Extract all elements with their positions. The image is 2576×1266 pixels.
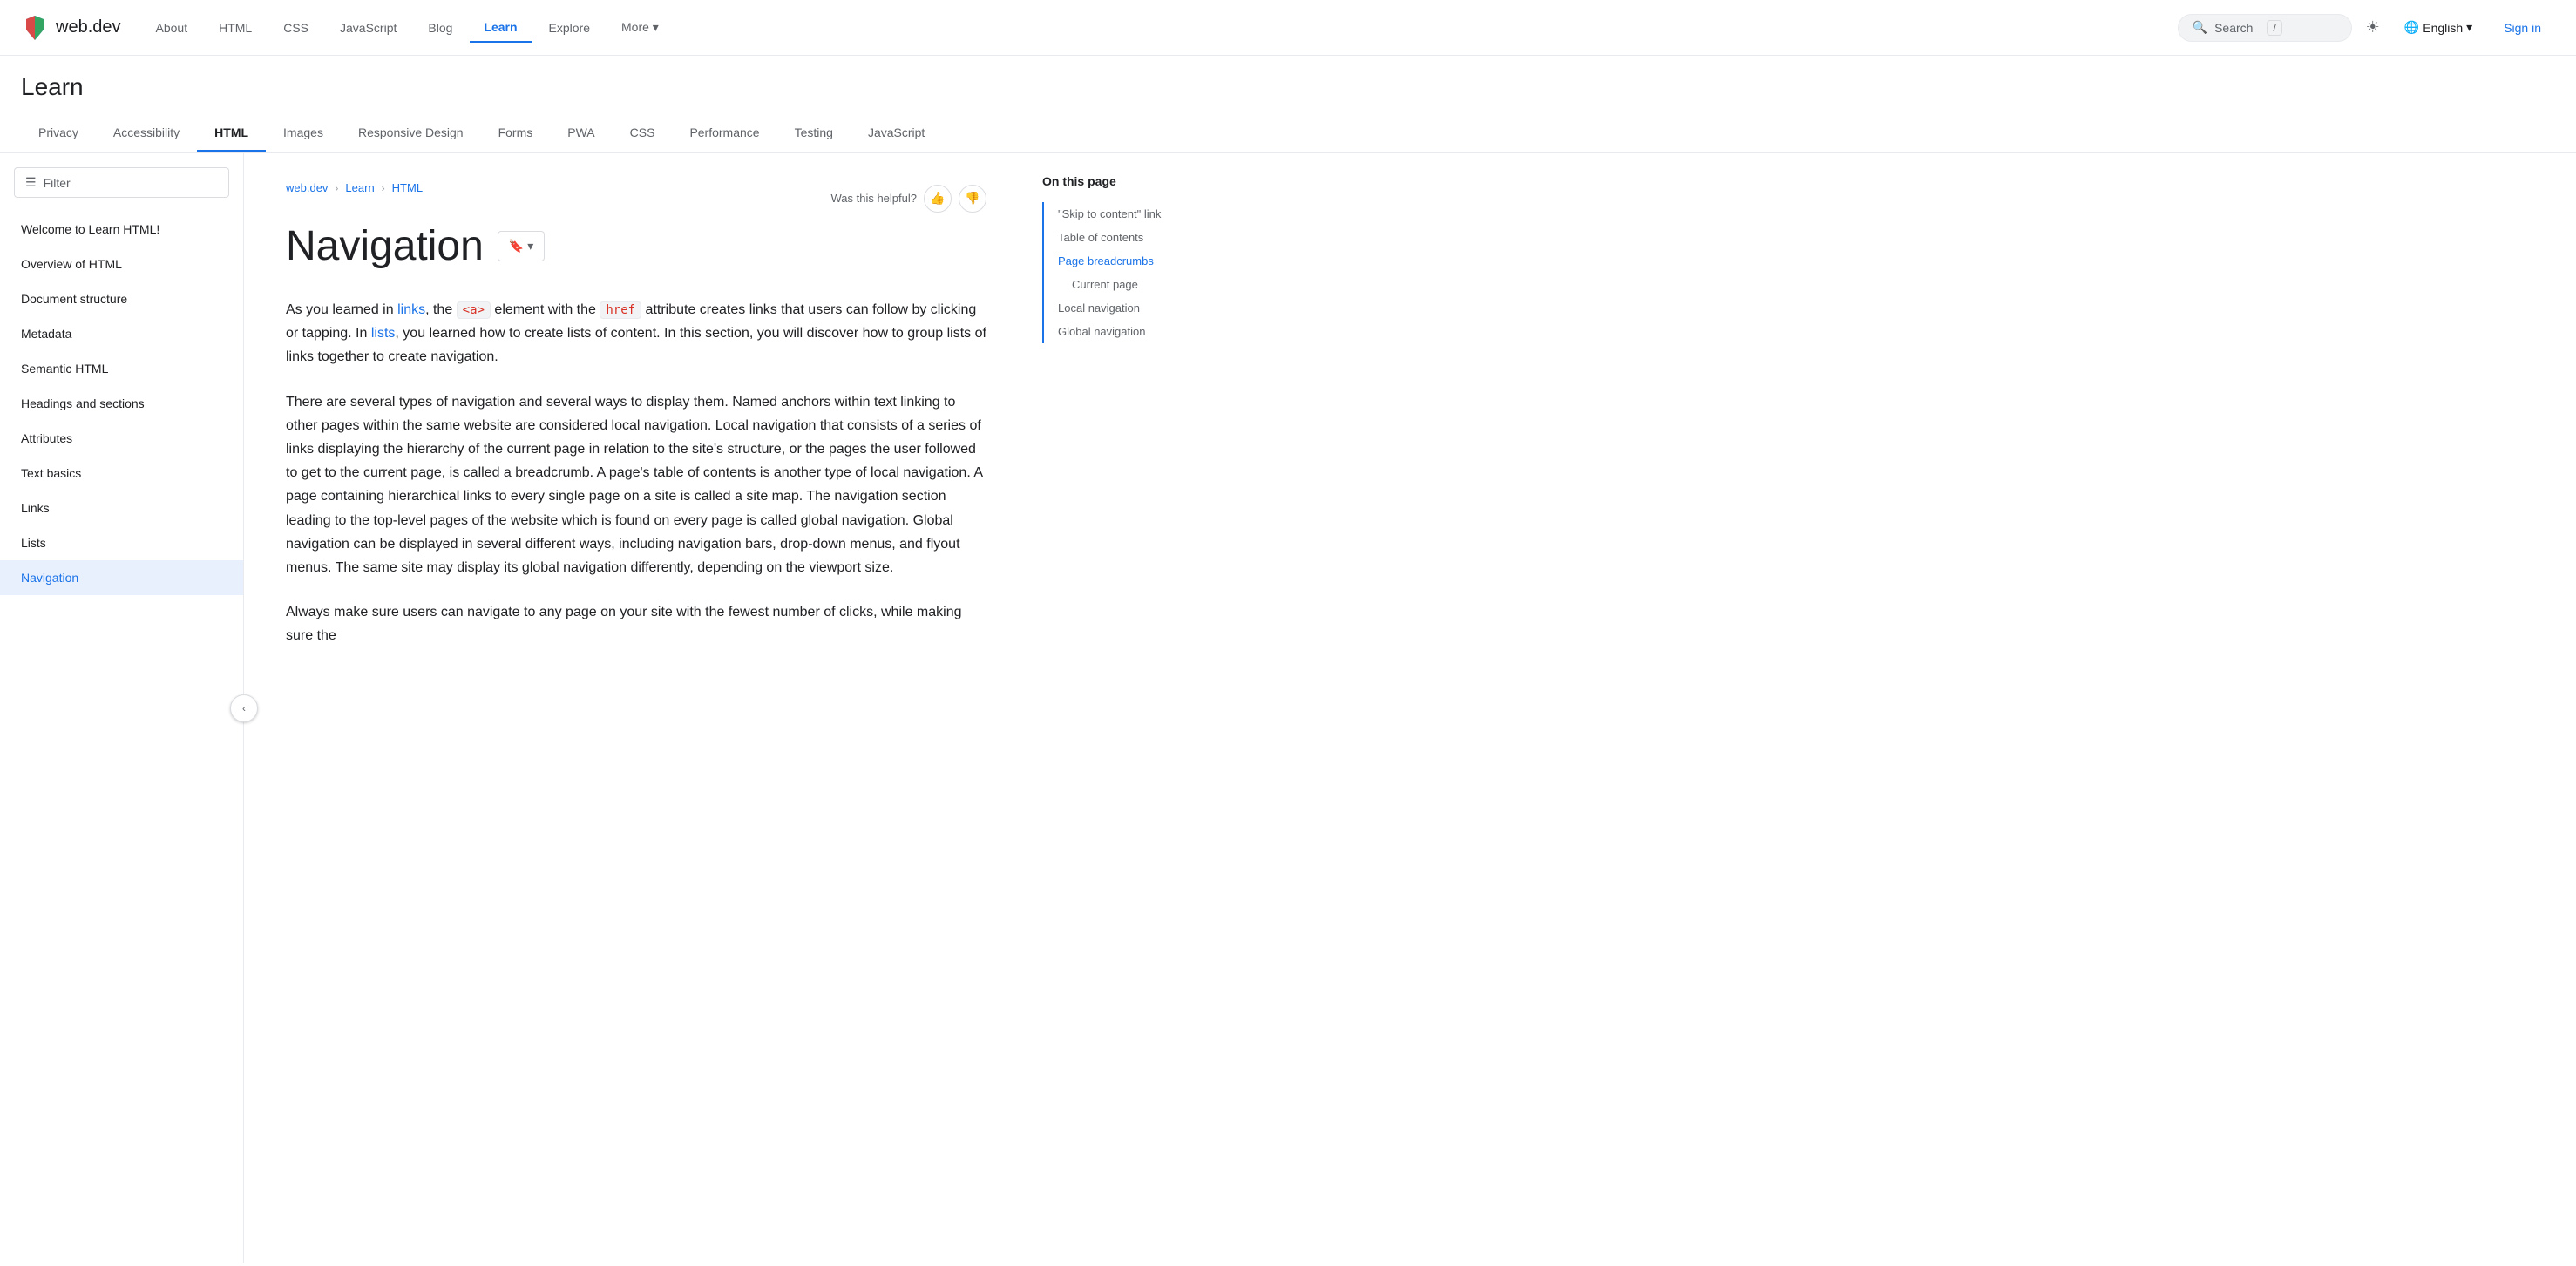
page-title: Navigation (286, 222, 484, 270)
left-sidebar: ☰ Filter Welcome to Learn HTML! Overview… (0, 153, 244, 1263)
nav-javascript[interactable]: JavaScript (326, 14, 410, 42)
search-icon: 🔍 (2193, 20, 2207, 35)
search-box[interactable]: 🔍 Search / (2178, 14, 2352, 42)
href-code: href (600, 301, 641, 319)
search-placeholder: Search (2214, 21, 2253, 35)
tab-html[interactable]: HTML (197, 115, 266, 152)
page-title-row: Navigation 🔖 ▾ (286, 222, 986, 270)
learn-tabs: Privacy Accessibility HTML Images Respon… (21, 115, 2555, 152)
tab-accessibility[interactable]: Accessibility (96, 115, 197, 152)
sidebar-item-headings[interactable]: Headings and sections (0, 386, 243, 421)
nav-css[interactable]: CSS (269, 14, 322, 42)
helpful-row: Was this helpful? 👍 👎 (830, 185, 986, 213)
sidebar-item-overview[interactable]: Overview of HTML (0, 247, 243, 281)
tab-privacy[interactable]: Privacy (21, 115, 96, 152)
sidebar-collapse-button[interactable]: ‹ (230, 694, 258, 722)
content-paragraph-3: Always make sure users can navigate to a… (286, 600, 986, 647)
thumbs-up-button[interactable]: 👍 (924, 185, 952, 213)
main-layout: ☰ Filter Welcome to Learn HTML! Overview… (0, 153, 2576, 1263)
logo[interactable]: web.dev (21, 14, 121, 42)
breadcrumb: web.dev › Learn › HTML (286, 181, 423, 194)
tab-performance[interactable]: Performance (672, 115, 776, 152)
chevron-down-icon: ▾ (2466, 20, 2472, 35)
nav-right: 🔍 Search / ☀ 🌐 English ▾ Sign in (2178, 11, 2555, 44)
sign-in-button[interactable]: Sign in (2490, 14, 2555, 42)
tab-images[interactable]: Images (266, 115, 341, 152)
tab-responsive-design[interactable]: Responsive Design (341, 115, 481, 152)
bookmark-button[interactable]: 🔖 ▾ (498, 231, 545, 261)
on-this-page-title: On this page (1042, 174, 1241, 188)
content-area: web.dev › Learn › HTML Was this helpful?… (244, 153, 1028, 1263)
filter-label: Filter (44, 176, 71, 190)
content-paragraph-1: As you learned in links, the <a> element… (286, 298, 986, 369)
sidebar-item-navigation[interactable]: Navigation (0, 560, 243, 595)
sidebar-item-attributes[interactable]: Attributes (0, 421, 243, 456)
toc-list: "Skip to content" link Table of contents… (1042, 202, 1241, 343)
tab-pwa[interactable]: PWA (550, 115, 612, 152)
toc-item-page-breadcrumbs[interactable]: Page breadcrumbs (1044, 249, 1241, 273)
toc-item-table-of-contents[interactable]: Table of contents (1044, 226, 1241, 249)
search-slash: / (2267, 20, 2281, 36)
toc-item-skip-to-content[interactable]: "Skip to content" link (1044, 202, 1241, 226)
tab-testing[interactable]: Testing (777, 115, 851, 152)
nav-links: About HTML CSS JavaScript Blog Learn Exp… (142, 13, 2178, 43)
content-paragraph-2: There are several types of navigation an… (286, 390, 986, 580)
thumbs-down-button[interactable]: 👎 (959, 185, 986, 213)
a-tag-code: <a> (457, 301, 491, 319)
learn-header: Learn Privacy Accessibility HTML Images … (0, 56, 2576, 153)
language-selector-button[interactable]: 🌐 English ▾ (2394, 13, 2483, 42)
logo-text: web.dev (56, 17, 121, 37)
toc-item-local-navigation[interactable]: Local navigation (1044, 296, 1241, 320)
top-navigation: web.dev About HTML CSS JavaScript Blog L… (0, 0, 2576, 56)
nav-about[interactable]: About (142, 14, 202, 42)
learn-title: Learn (21, 73, 2555, 101)
globe-icon: 🌐 (2404, 20, 2419, 35)
helpful-label: Was this helpful? (830, 192, 917, 205)
toc-item-global-navigation[interactable]: Global navigation (1044, 320, 1241, 343)
lists-link[interactable]: lists (371, 326, 396, 341)
links-link[interactable]: links (397, 302, 425, 317)
tab-javascript[interactable]: JavaScript (851, 115, 942, 152)
filter-icon: ☰ (25, 175, 37, 190)
nav-learn[interactable]: Learn (470, 13, 531, 43)
nav-explore[interactable]: Explore (535, 14, 604, 42)
sidebar-wrapper: ☰ Filter Welcome to Learn HTML! Overview… (0, 153, 244, 1263)
breadcrumb-webdev[interactable]: web.dev (286, 181, 328, 194)
breadcrumb-sep-1: › (335, 182, 338, 194)
sidebar-item-text-basics[interactable]: Text basics (0, 456, 243, 491)
sidebar-item-welcome[interactable]: Welcome to Learn HTML! (0, 212, 243, 247)
bookmark-icon: 🔖 (509, 239, 524, 254)
tab-forms[interactable]: Forms (481, 115, 551, 152)
bookmark-dropdown-icon: ▾ (527, 239, 533, 254)
breadcrumb-learn[interactable]: Learn (345, 181, 374, 194)
toc-item-current-page[interactable]: Current page (1044, 273, 1241, 296)
sidebar-item-metadata[interactable]: Metadata (0, 316, 243, 351)
sidebar-item-document-structure[interactable]: Document structure (0, 281, 243, 316)
logo-icon (21, 14, 49, 42)
sidebar-item-semantic-html[interactable]: Semantic HTML (0, 351, 243, 386)
right-sidebar: On this page "Skip to content" link Tabl… (1028, 153, 1255, 1263)
nav-more[interactable]: More ▾ (607, 13, 673, 42)
nav-blog[interactable]: Blog (414, 14, 466, 42)
tab-css[interactable]: CSS (613, 115, 673, 152)
language-label: English (2423, 21, 2463, 35)
breadcrumb-sep-2: › (382, 182, 385, 194)
sidebar-item-lists[interactable]: Lists (0, 525, 243, 560)
nav-html[interactable]: HTML (205, 14, 266, 42)
breadcrumb-html[interactable]: HTML (392, 181, 423, 194)
filter-box[interactable]: ☰ Filter (14, 167, 229, 198)
sidebar-item-links[interactable]: Links (0, 491, 243, 525)
theme-toggle-button[interactable]: ☀ (2359, 11, 2387, 44)
